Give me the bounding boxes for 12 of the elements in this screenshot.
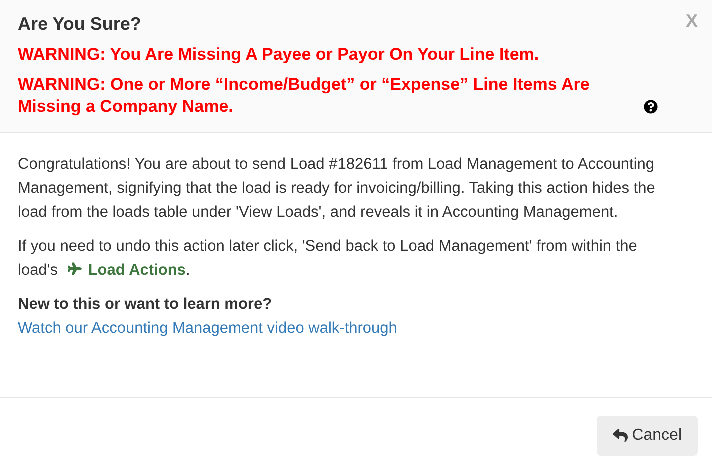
dialog-title: Are You Sure?	[18, 13, 142, 36]
learn-heading: New to this or want to learn more?	[18, 295, 272, 315]
plane-icon	[68, 262, 82, 276]
body-paragraph: Congratulations! You are about to send Load #182611 from Load Management to Accounting Management, signifying that the load is ready for invoicing/billing. Taking this action hides the load from the loads table under 'View Loads', and reveals it in Accounting Management.	[18, 155, 656, 223]
body-paragraph: If you need to undo this action later click, 'Send back to Load Management' from within the load's Load Actions.	[18, 237, 638, 281]
cancel-button[interactable]: Cancel	[597, 416, 698, 456]
load-actions-link[interactable]: Load Actions	[68, 262, 186, 279]
video-link[interactable]: Watch our Accounting Management video walk-through	[18, 317, 398, 341]
warning-text: WARNING: You Are Missing A Payee or Payor On Your Line Item.	[18, 44, 540, 66]
warning-text: WARNING: One or More “Income/Budget” or “Expense” Line Items Are Missing a Company Name.	[18, 74, 591, 118]
help-icon[interactable]	[644, 100, 658, 114]
reply-icon	[613, 428, 628, 443]
